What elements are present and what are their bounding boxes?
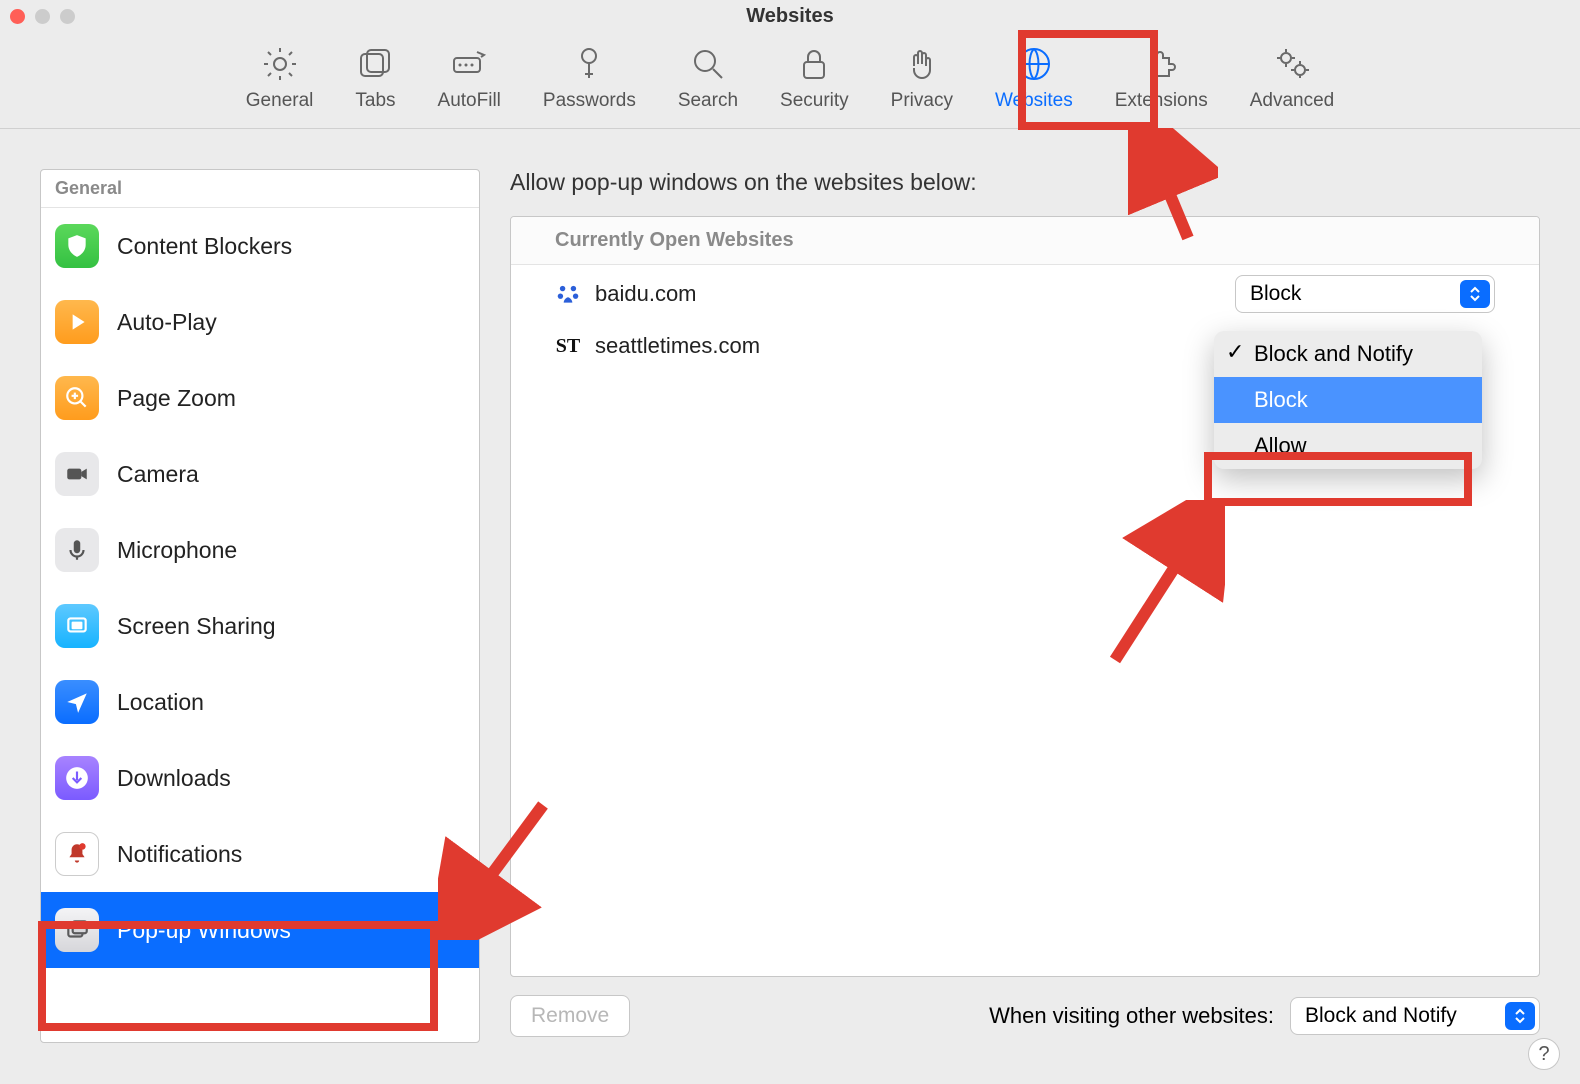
- sidebar-item-label: Screen Sharing: [117, 613, 276, 640]
- sidebar-item-location[interactable]: Location: [41, 664, 479, 740]
- puzzle-icon: [1141, 44, 1181, 84]
- site-info: ST seattletimes.com: [555, 333, 760, 359]
- zoom-icon: [55, 376, 99, 420]
- site-row[interactable]: baidu.com Block: [511, 265, 1539, 323]
- sidebar-item-label: Location: [117, 689, 204, 716]
- tab-passwords[interactable]: Passwords: [537, 40, 642, 116]
- sidebar-item-label: Notifications: [117, 841, 242, 868]
- pane-title: Allow pop-up windows on the websites bel…: [510, 169, 1540, 196]
- screen-share-icon: [55, 604, 99, 648]
- bell-icon: [55, 832, 99, 876]
- microphone-icon: [55, 528, 99, 572]
- sidebar-item-microphone[interactable]: Microphone: [41, 512, 479, 588]
- sidebar-item-notifications[interactable]: Notifications: [41, 816, 479, 892]
- sidebar-item-screen-sharing[interactable]: Screen Sharing: [41, 588, 479, 664]
- dropdown-option-block-and-notify[interactable]: Block and Notify: [1214, 331, 1482, 377]
- baidu-favicon-icon: [555, 281, 581, 307]
- site-info: baidu.com: [555, 281, 697, 307]
- sidebar-item-label: Page Zoom: [117, 385, 236, 412]
- tab-privacy[interactable]: Privacy: [885, 40, 959, 116]
- pane-footer: Remove When visiting other websites: Blo…: [510, 989, 1540, 1043]
- download-icon: [55, 756, 99, 800]
- remove-button[interactable]: Remove: [510, 995, 630, 1037]
- sidebar-item-label: Camera: [117, 461, 199, 488]
- other-websites-label: When visiting other websites:: [989, 1003, 1274, 1029]
- tab-label: Privacy: [891, 90, 953, 112]
- hand-icon: [902, 44, 942, 84]
- titlebar: Websites: [0, 0, 1580, 32]
- tab-label: Security: [780, 90, 849, 112]
- sidebar-item-label: Microphone: [117, 537, 237, 564]
- tab-extensions[interactable]: Extensions: [1109, 40, 1214, 116]
- tab-label: AutoFill: [438, 90, 501, 112]
- tab-advanced[interactable]: Advanced: [1244, 40, 1341, 116]
- sidebar-item-label: Auto-Play: [117, 309, 217, 336]
- gears-icon: [1272, 44, 1312, 84]
- table-section-header: Currently Open Websites: [511, 217, 1539, 265]
- sidebar-item-content-blockers[interactable]: Content Blockers: [41, 208, 479, 284]
- sidebar-list: Content Blockers Auto-Play Page Zoom Cam…: [41, 208, 479, 1042]
- sidebar-item-page-zoom[interactable]: Page Zoom: [41, 360, 479, 436]
- tab-autofill[interactable]: AutoFill: [432, 40, 507, 116]
- chevron-updown-icon: [1505, 1002, 1535, 1030]
- sidebar-section-header: General: [41, 170, 479, 208]
- sidebar-item-auto-play[interactable]: Auto-Play: [41, 284, 479, 360]
- search-icon: [688, 44, 728, 84]
- tab-search[interactable]: Search: [672, 40, 744, 116]
- shield-check-icon: [55, 224, 99, 268]
- preferences-toolbar: General Tabs AutoFill Passwords Search S…: [0, 32, 1580, 129]
- settings-detail-pane: Allow pop-up windows on the websites bel…: [510, 169, 1540, 1043]
- seattletimes-favicon-icon: ST: [555, 333, 581, 359]
- autofill-icon: [449, 44, 489, 84]
- chevron-updown-icon: [1460, 280, 1490, 308]
- site-policy-select[interactable]: Block: [1235, 275, 1495, 313]
- tab-label: Passwords: [543, 90, 636, 112]
- sidebar-item-popup-windows[interactable]: Pop-up Windows: [41, 892, 479, 968]
- site-domain: baidu.com: [595, 281, 697, 307]
- other-websites-select[interactable]: Block and Notify: [1290, 997, 1540, 1035]
- tabs-icon: [355, 44, 395, 84]
- site-domain: seattletimes.com: [595, 333, 760, 359]
- tab-label: Search: [678, 90, 738, 112]
- settings-sidebar: General Content Blockers Auto-Play Page …: [40, 169, 480, 1043]
- tab-label: Advanced: [1250, 90, 1335, 112]
- tab-websites[interactable]: Websites: [989, 40, 1079, 116]
- window-title: Websites: [0, 5, 1580, 28]
- location-icon: [55, 680, 99, 724]
- key-icon: [569, 44, 609, 84]
- sidebar-item-camera[interactable]: Camera: [41, 436, 479, 512]
- select-value: Block and Notify: [1305, 1004, 1457, 1028]
- help-button[interactable]: ?: [1528, 1038, 1560, 1070]
- tab-general[interactable]: General: [240, 40, 320, 116]
- camera-icon: [55, 452, 99, 496]
- globe-icon: [1014, 44, 1054, 84]
- dropdown-option-allow[interactable]: Allow: [1214, 423, 1482, 469]
- tab-tabs[interactable]: Tabs: [349, 40, 401, 116]
- dropdown-option-block[interactable]: Block: [1214, 377, 1482, 423]
- sidebar-item-label: Downloads: [117, 765, 231, 792]
- tab-label: Extensions: [1115, 90, 1208, 112]
- lock-icon: [794, 44, 834, 84]
- select-value: Block: [1250, 282, 1301, 306]
- tab-label: Tabs: [355, 90, 395, 112]
- gear-icon: [260, 44, 300, 84]
- windows-icon: [55, 908, 99, 952]
- sidebar-item-label: Pop-up Windows: [117, 917, 291, 944]
- play-icon: [55, 300, 99, 344]
- content-area: General Content Blockers Auto-Play Page …: [0, 129, 1580, 1063]
- policy-dropdown: Block and Notify Block Allow: [1214, 331, 1482, 469]
- tab-label: General: [246, 90, 314, 112]
- tab-label: Websites: [995, 90, 1073, 112]
- tab-security[interactable]: Security: [774, 40, 855, 116]
- sidebar-item-downloads[interactable]: Downloads: [41, 740, 479, 816]
- sidebar-item-label: Content Blockers: [117, 233, 292, 260]
